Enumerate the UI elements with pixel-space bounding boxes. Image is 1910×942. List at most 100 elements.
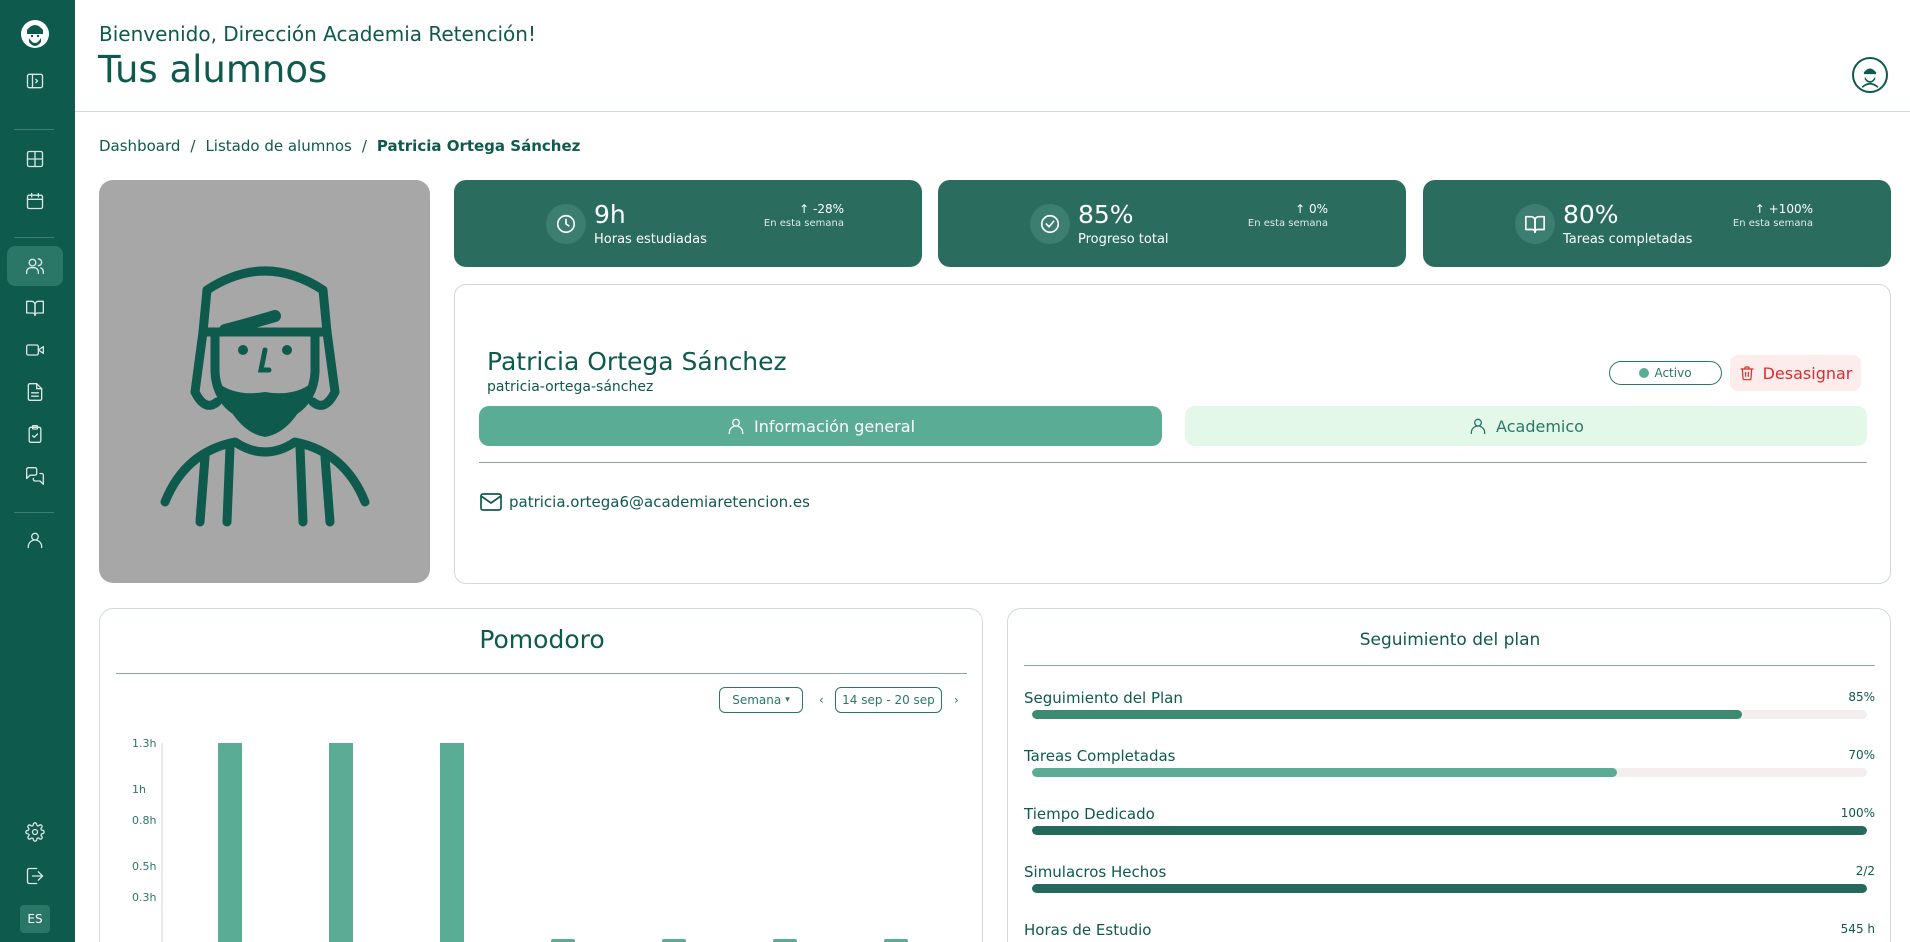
breadcrumb: Dashboard / Listado de alumnos / Patrici… bbox=[99, 137, 580, 155]
y-tick-label: 0.3h bbox=[132, 891, 156, 904]
video-icon[interactable] bbox=[17, 332, 53, 368]
plan-row-value: 100% bbox=[1840, 806, 1875, 820]
y-tick-label: 0.8h bbox=[132, 814, 156, 827]
plan-row-value: 2/2 bbox=[1855, 864, 1875, 878]
book-icon[interactable] bbox=[17, 290, 53, 326]
divider bbox=[479, 462, 1867, 463]
breadcrumb-students[interactable]: Listado de alumnos bbox=[205, 137, 351, 155]
stat-period: En esta semana bbox=[763, 218, 844, 229]
plan-row: Horas de Estudio 545 h bbox=[1024, 921, 1875, 942]
header: Bienvenido, Dirección Academia Retención… bbox=[75, 0, 1910, 112]
stat-delta: ↑ -28% bbox=[754, 202, 844, 216]
stat-delta: ↑ +100% bbox=[1723, 202, 1813, 216]
progress-fill bbox=[1032, 710, 1742, 719]
student-avatar-illustration bbox=[160, 266, 369, 526]
divider bbox=[1024, 665, 1875, 666]
plan-row-label: Seguimiento del Plan bbox=[1024, 689, 1183, 707]
breadcrumb-dashboard[interactable]: Dashboard bbox=[99, 137, 180, 155]
status-badge: Activo bbox=[1609, 361, 1722, 385]
progress-fill bbox=[1032, 884, 1867, 893]
sidebar-divider bbox=[14, 512, 54, 513]
progress-track bbox=[1032, 710, 1867, 719]
arrow-up-icon: ↑ bbox=[799, 202, 810, 216]
tab-academic[interactable]: Academico bbox=[1185, 406, 1867, 446]
unassign-button[interactable]: Desasignar bbox=[1730, 355, 1861, 391]
student-photo bbox=[99, 180, 430, 583]
y-tick-label: 0.5h bbox=[132, 860, 156, 873]
email-text[interactable]: patricia.ortega6@academiaretencion.es bbox=[509, 493, 810, 511]
language-selector[interactable]: ES bbox=[20, 905, 50, 933]
document-icon[interactable] bbox=[17, 374, 53, 410]
clipboard-check-icon[interactable] bbox=[17, 416, 53, 452]
avatar[interactable] bbox=[1852, 57, 1888, 93]
welcome-text: Bienvenido, Dirección Academia Retención… bbox=[99, 22, 536, 46]
plan-row-value: 85% bbox=[1848, 690, 1875, 704]
user-icon bbox=[728, 418, 744, 435]
stat-delta-value: +100% bbox=[1768, 202, 1813, 216]
breadcrumb-separator: / bbox=[190, 137, 196, 155]
breadcrumb-separator: / bbox=[361, 137, 367, 155]
stat-value: 85% bbox=[1078, 200, 1134, 229]
stat-period: En esta semana bbox=[1247, 218, 1328, 229]
progress-track bbox=[1032, 768, 1867, 777]
tab-label: Academico bbox=[1496, 416, 1584, 436]
pomodoro-chart: 1.3h 1h 0.8h 0.5h 0.3h bbox=[132, 737, 908, 942]
settings-icon[interactable] bbox=[17, 814, 53, 850]
plan-row: Simulacros Hechos 2/2 bbox=[1024, 863, 1875, 903]
plan-row-value: 545 h bbox=[1840, 922, 1875, 936]
status-dot-icon bbox=[1639, 368, 1650, 378]
student-name: Patricia Ortega Sánchez bbox=[487, 347, 787, 376]
student-slug: patricia-ortega-sánchez bbox=[487, 379, 654, 395]
y-tick-label: 1.3h bbox=[132, 737, 156, 750]
plan-tracking-card: Seguimiento del plan Seguimiento del Pla… bbox=[1007, 608, 1891, 942]
plan-row-value: 70% bbox=[1848, 748, 1875, 762]
y-tick-label: 1h bbox=[132, 783, 146, 796]
stat-label: Progreso total bbox=[1078, 232, 1169, 247]
calendar-icon[interactable] bbox=[17, 183, 53, 219]
plan-row: Tiempo Dedicado 100% bbox=[1024, 805, 1875, 845]
chart-bar bbox=[218, 743, 242, 942]
arrow-up-icon: ↑ bbox=[1295, 202, 1306, 216]
plan-title: Seguimiento del plan bbox=[1359, 630, 1541, 650]
sidebar-divider bbox=[14, 129, 54, 130]
stat-card-hours: 9h Horas estudiadas ↑ -28% En esta seman… bbox=[454, 180, 922, 267]
unassign-label: Desasignar bbox=[1762, 363, 1853, 383]
dashboard-icon[interactable] bbox=[17, 141, 53, 177]
mail-icon bbox=[480, 493, 502, 511]
progress-fill bbox=[1032, 768, 1617, 777]
user-icon bbox=[1470, 418, 1486, 435]
profile-card: Patricia Ortega Sánchez patricia-ortega-… bbox=[454, 284, 1891, 584]
arrow-up-icon: ↑ bbox=[1754, 202, 1765, 216]
stat-card-progress: 85% Progreso total ↑ 0% En esta semana bbox=[938, 180, 1406, 267]
page-title: Tus alumnos bbox=[98, 48, 328, 91]
students-icon[interactable] bbox=[7, 246, 63, 286]
book-open-icon bbox=[1515, 204, 1555, 244]
stat-value: 9h bbox=[594, 200, 626, 229]
stat-period: En esta semana bbox=[1732, 218, 1813, 229]
logo-icon[interactable] bbox=[19, 16, 51, 52]
logout-icon[interactable] bbox=[17, 858, 53, 894]
stat-label: Horas estudiadas bbox=[594, 232, 707, 247]
breadcrumb-current: Patricia Ortega Sánchez bbox=[376, 137, 581, 155]
user-icon[interactable] bbox=[17, 522, 53, 558]
tab-general-info[interactable]: Información general bbox=[479, 406, 1162, 446]
status-label: Activo bbox=[1654, 366, 1692, 380]
trash-icon bbox=[1740, 366, 1754, 381]
plan-row-label: Tareas Completadas bbox=[1024, 747, 1176, 765]
chart-bar bbox=[440, 743, 464, 942]
sidebar: ES bbox=[0, 0, 75, 942]
stat-value: 80% bbox=[1563, 200, 1619, 229]
plan-row-label: Horas de Estudio bbox=[1024, 921, 1152, 939]
progress-track bbox=[1032, 884, 1867, 893]
clock-icon bbox=[546, 204, 586, 244]
tab-label: Información general bbox=[753, 416, 916, 436]
stat-delta-value: -28% bbox=[812, 202, 844, 216]
sidebar-toggle-icon[interactable] bbox=[17, 63, 53, 99]
email-row: patricia.ortega6@academiaretencion.es bbox=[479, 492, 810, 512]
check-circle-icon bbox=[1030, 204, 1070, 244]
sidebar-divider bbox=[14, 237, 54, 238]
plan-row: Seguimiento del Plan 85% bbox=[1024, 689, 1875, 729]
stat-card-tasks: 80% Tareas completadas ↑ +100% En esta s… bbox=[1423, 180, 1891, 267]
messages-icon[interactable] bbox=[17, 458, 53, 494]
pomodoro-card: Pomodoro Semana ▾ ‹ 14 sep - 20 sep › 1.… bbox=[99, 608, 983, 942]
